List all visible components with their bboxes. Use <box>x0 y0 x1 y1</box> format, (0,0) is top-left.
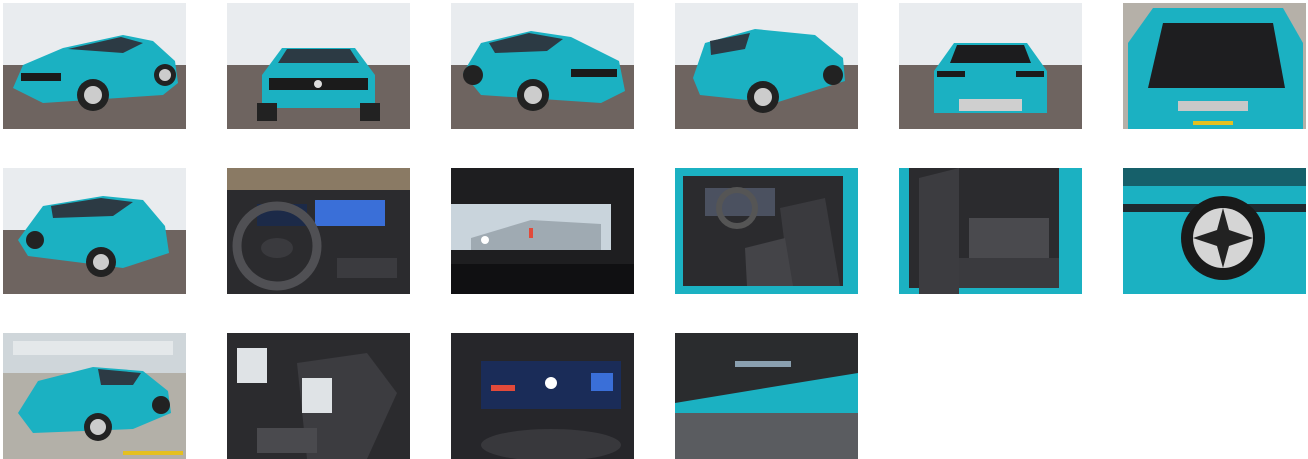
car-exterior-photo <box>899 3 1082 129</box>
photo-thumbnail-vin-plate[interactable] <box>675 333 858 459</box>
car-exterior-photo <box>675 3 858 129</box>
car-interior-photo <box>227 168 410 294</box>
photo-thumbnail-front-left[interactable] <box>3 3 186 129</box>
photo-thumbnail-console[interactable] <box>227 333 410 459</box>
photo-thumbnail-rear-seats[interactable] <box>899 168 1082 294</box>
photo-thumbnail-rear-left[interactable] <box>3 168 186 294</box>
car-interior-photo <box>451 168 634 294</box>
photo-thumbnail-garage[interactable] <box>3 333 186 459</box>
photo-thumbnail-infotainment[interactable] <box>451 168 634 294</box>
photo-thumbnail-front-seats[interactable] <box>675 168 858 294</box>
car-interior-photo <box>1123 3 1306 129</box>
car-interior-photo <box>227 333 410 459</box>
car-exterior-photo <box>3 168 186 294</box>
photo-thumbnail-dashboard[interactable] <box>227 168 410 294</box>
photo-gallery <box>0 0 1308 459</box>
car-exterior-photo <box>3 3 186 129</box>
photo-thumbnail-front-right[interactable] <box>451 3 634 129</box>
photo-thumbnail-rear[interactable] <box>899 3 1082 129</box>
car-interior-photo <box>675 168 858 294</box>
photo-thumbnail-trunk[interactable] <box>1123 3 1306 129</box>
car-exterior-photo <box>451 3 634 129</box>
photo-thumbnail-cluster[interactable] <box>451 333 634 459</box>
photo-thumbnail-wheel[interactable] <box>1123 168 1306 294</box>
car-exterior-photo <box>227 3 410 129</box>
photo-thumbnail-rear-right[interactable] <box>675 3 858 129</box>
car-exterior-photo <box>675 333 858 459</box>
car-interior-photo <box>451 333 634 459</box>
car-exterior-photo <box>3 333 186 459</box>
car-interior-photo <box>899 168 1082 294</box>
car-exterior-photo <box>1123 168 1306 294</box>
photo-thumbnail-front[interactable] <box>227 3 410 129</box>
